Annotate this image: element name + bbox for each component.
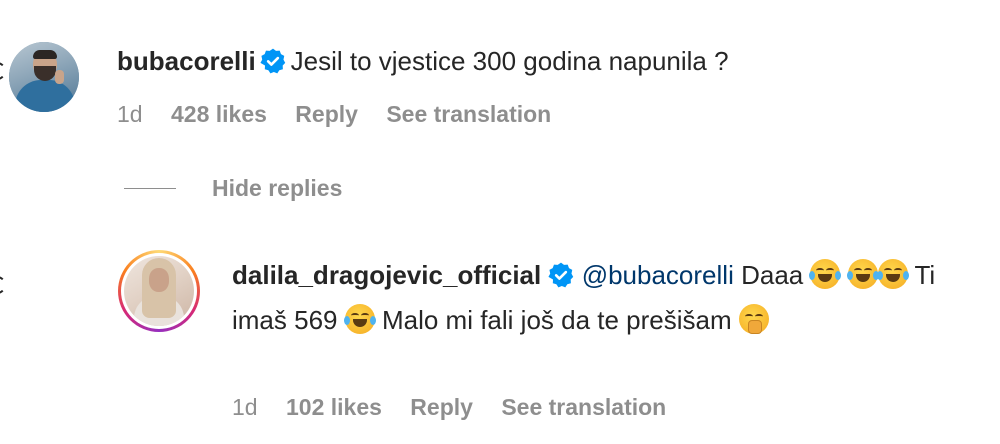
reply-text-1: Daaa bbox=[741, 260, 804, 290]
shushing-face-emoji-icon bbox=[738, 304, 769, 334]
likes-count[interactable]: 428 likes bbox=[171, 101, 267, 127]
story-ring-avatar[interactable] bbox=[118, 250, 200, 332]
mention-link[interactable]: @bubacorelli bbox=[582, 260, 734, 290]
see-translation-button[interactable]: See translation bbox=[386, 101, 551, 127]
laughing-emoji-icon bbox=[846, 259, 879, 289]
verified-badge-icon bbox=[548, 259, 574, 300]
reply-button[interactable]: Reply bbox=[410, 394, 473, 420]
reply-username[interactable]: dalila_dragojevic_official bbox=[232, 260, 541, 290]
laughing-emoji-icon bbox=[876, 259, 909, 289]
laughing-emoji-icon bbox=[809, 259, 842, 289]
hide-replies-button[interactable]: Hide replies bbox=[212, 175, 342, 202]
reply-text-3: Malo mi fali još da te prešišam bbox=[381, 305, 732, 335]
comment-text: Jesil to vjestice 300 godina napunila ? bbox=[290, 46, 729, 76]
like-heart-icon[interactable] bbox=[0, 276, 6, 294]
reply-meta: 1d 102 likes Reply See translation bbox=[232, 394, 688, 421]
reply-body: dalila_dragojevic_official @bubacorelli … bbox=[232, 255, 962, 341]
comment-username[interactable]: bubacorelli bbox=[117, 46, 256, 76]
like-heart-icon[interactable] bbox=[0, 62, 6, 80]
comment-body: bubacorelli Jesil to vjestice 300 godina… bbox=[117, 45, 729, 86]
comment-meta: 1d 428 likes Reply See translation bbox=[117, 101, 573, 128]
laughing-emoji-icon bbox=[343, 304, 376, 334]
divider bbox=[124, 188, 176, 189]
avatar bbox=[124, 256, 194, 326]
reply-time: 1d bbox=[232, 394, 258, 420]
likes-count[interactable]: 102 likes bbox=[286, 394, 382, 420]
see-translation-button[interactable]: See translation bbox=[501, 394, 666, 420]
reply-button[interactable]: Reply bbox=[295, 101, 358, 127]
verified-badge-icon bbox=[260, 48, 286, 86]
avatar[interactable] bbox=[9, 42, 79, 112]
comment-time: 1d bbox=[117, 101, 143, 127]
